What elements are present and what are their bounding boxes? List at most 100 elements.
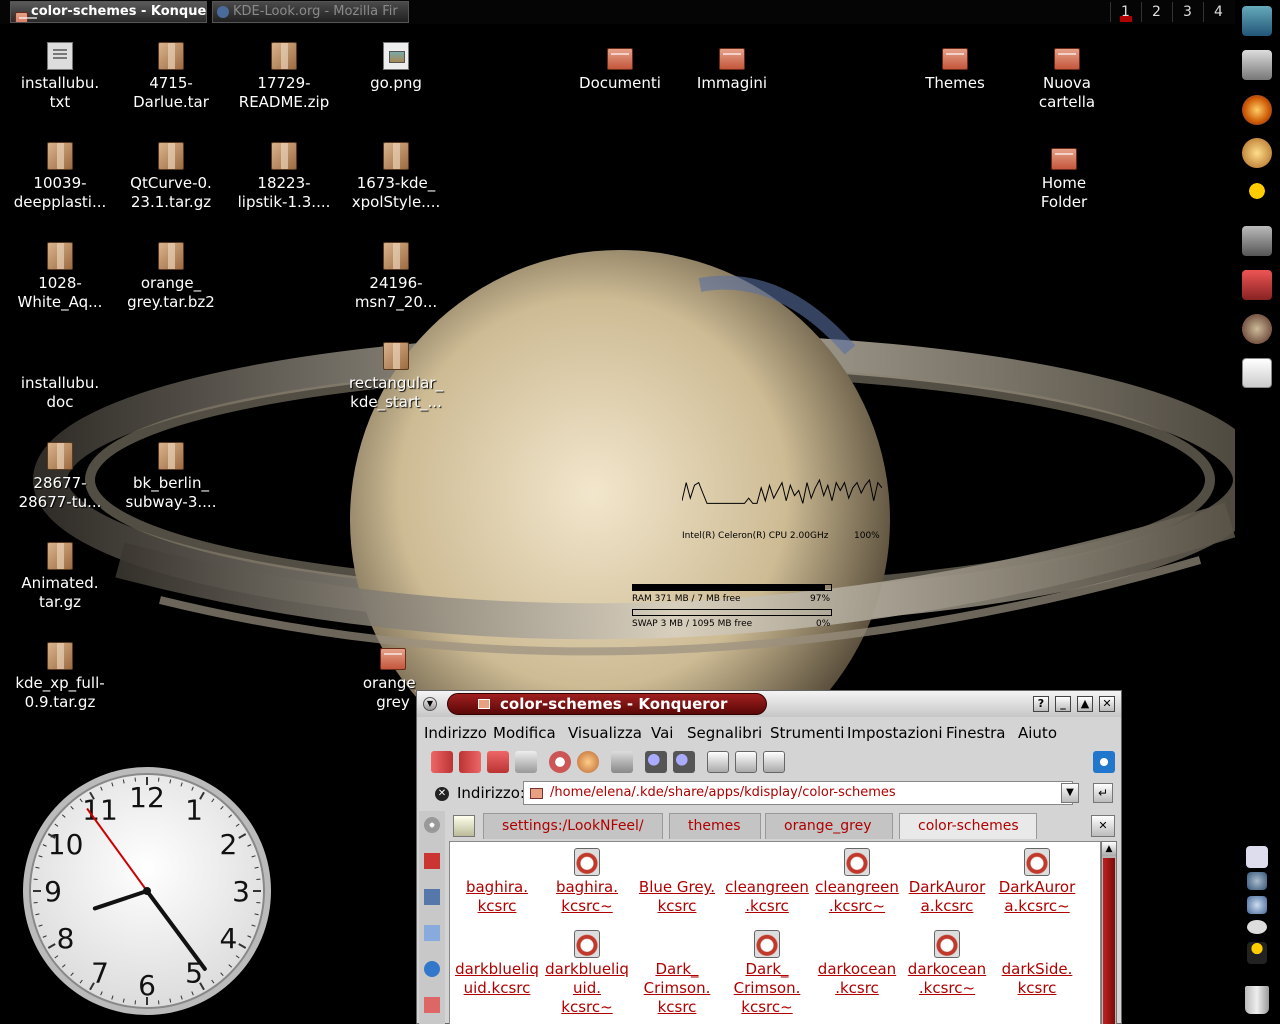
desktop-icon[interactable]: bk_berlin_ subway-3.... xyxy=(115,442,227,512)
view-icons-icon[interactable] xyxy=(707,751,729,773)
firefox-icon[interactable] xyxy=(1242,95,1272,125)
network-icon[interactable] xyxy=(424,961,440,977)
desktop-icon[interactable]: QtCurve-0. 23.1.tar.gz xyxy=(115,142,227,212)
back-arrow-icon[interactable] xyxy=(431,751,453,773)
desktop-icon[interactable]: 28677- 28677-tu... xyxy=(4,442,116,512)
menu-impostazioni[interactable]: Impostazioni xyxy=(847,724,943,742)
pager-desktop-1[interactable]: 1 xyxy=(1110,2,1140,22)
root-folder-icon[interactable] xyxy=(424,997,440,1013)
menu-strumenti[interactable]: Strumenti xyxy=(770,724,844,742)
view-split-icon[interactable] xyxy=(763,751,785,773)
menu-visualizza[interactable]: Visualizza xyxy=(568,724,642,742)
desktop-icon[interactable]: 18223- lipstik-1.3.... xyxy=(228,142,340,212)
tab-color-schemes[interactable]: color-schemes xyxy=(899,813,1037,839)
vertical-scrollbar[interactable]: ▲ xyxy=(1101,841,1117,1024)
mouse-icon[interactable] xyxy=(1247,920,1267,934)
zoom-in-icon[interactable] xyxy=(645,751,667,773)
klipper-icon[interactable] xyxy=(1246,846,1268,868)
cd-icon[interactable] xyxy=(424,817,440,833)
pager-desktop-3[interactable]: 3 xyxy=(1172,2,1202,22)
tab-orange-grey[interactable]: orange_grey xyxy=(765,813,893,839)
desktop-icon[interactable]: 17729- README.zip xyxy=(228,42,340,112)
text-editor-icon[interactable] xyxy=(1242,358,1272,388)
monitor-icon[interactable] xyxy=(1242,226,1272,256)
toolbox-icon[interactable] xyxy=(1242,270,1272,300)
desktop-icon[interactable]: 1673-kde_ xpolStyle.... xyxy=(340,142,452,212)
desktop-icon[interactable]: Home Folder xyxy=(1008,142,1120,212)
konqueror-window[interactable]: ▼ color-schemes - Konqueror ? _ ▲ ✕ Indi… xyxy=(416,690,1122,1024)
desktop-icon[interactable]: 24196- msn7_20... xyxy=(340,242,452,312)
taskbar-task-konqueror[interactable]: color-schemes - Konque xyxy=(10,1,207,23)
file-view[interactable]: baghira. kcsrc baghira. kcsrc~ Blue Grey. kcs… xyxy=(449,841,1101,1024)
desktop-icon[interactable]: go.png xyxy=(340,42,452,93)
desktop-icon[interactable]: Animated. tar.gz xyxy=(4,542,116,612)
home-icon[interactable] xyxy=(515,751,537,773)
zoom-out-icon[interactable] xyxy=(673,751,695,773)
desktop-icon[interactable]: 1028- White_Aq... xyxy=(4,242,116,312)
desktop-icon[interactable]: Immagini xyxy=(676,42,788,93)
up-arrow-icon[interactable] xyxy=(487,751,509,773)
menu-finestra[interactable]: Finestra xyxy=(946,724,1006,742)
trash-icon[interactable] xyxy=(1245,986,1269,1014)
user-status-icon[interactable] xyxy=(1247,942,1267,964)
settings-gear-icon[interactable] xyxy=(1247,872,1267,890)
desktop-icon[interactable]: installubu. doc xyxy=(4,342,116,412)
desktop-icon[interactable]: orange_ grey.tar.bz2 xyxy=(115,242,227,312)
address-input[interactable]: /home/elena/.kde/share/apps/kdisplay/col… xyxy=(523,781,1073,805)
file-item[interactable]: cleangreen .kcsrc xyxy=(722,848,812,916)
help-button[interactable]: ? xyxy=(1033,696,1049,712)
desktop-icon[interactable]: Documenti xyxy=(564,42,676,93)
pager-desktop-2[interactable]: 2 xyxy=(1141,2,1171,22)
bookmarks-icon[interactable] xyxy=(424,853,440,869)
menu-aiuto[interactable]: Aiuto xyxy=(1018,724,1057,742)
file-item[interactable]: Dark_ Crimson. kcsrc~ xyxy=(722,930,812,1017)
filing-cabinet-icon[interactable] xyxy=(1242,50,1272,80)
desktop-icon[interactable]: Themes xyxy=(899,42,1011,93)
file-item[interactable]: darkocean .kcsrc~ xyxy=(902,930,992,998)
file-item[interactable]: darkocean .kcsrc xyxy=(812,930,902,998)
window-menu-button[interactable]: ▼ xyxy=(423,697,437,711)
desktop-icon[interactable]: kde_xp_full- 0.9.tar.gz xyxy=(4,642,116,712)
file-item[interactable]: darkblueliq uid.kcsrc xyxy=(452,930,542,998)
taskbar-task-mozilla[interactable]: KDE-Look.org - Mozilla Fir xyxy=(212,1,409,23)
maximize-button[interactable]: ▲ xyxy=(1077,696,1093,712)
clear-address-icon[interactable]: ✕ xyxy=(435,787,449,801)
desktop-icon[interactable]: installubu. txt xyxy=(4,42,116,112)
gear-icon[interactable] xyxy=(1093,751,1115,773)
pager-desktop-4[interactable]: 4 xyxy=(1203,2,1233,22)
minimize-button[interactable]: _ xyxy=(1055,696,1071,712)
reload-icon[interactable] xyxy=(549,751,571,773)
close-button[interactable]: ✕ xyxy=(1099,696,1115,712)
close-tab-icon[interactable]: ✕ xyxy=(1091,815,1115,837)
computer-icon[interactable] xyxy=(1242,6,1272,36)
go-button[interactable]: ↵ xyxy=(1093,783,1113,803)
desktop-icon[interactable]: Nuova cartella xyxy=(1011,42,1123,112)
file-item[interactable]: DarkAuror a.kcsrc~ xyxy=(992,848,1082,916)
file-item[interactable]: Blue Grey. kcsrc xyxy=(632,848,722,916)
menu-segnalibri[interactable]: Segnalibri xyxy=(687,724,762,742)
home-icon[interactable] xyxy=(424,925,440,941)
desktop-icon[interactable]: 10039- deepplasti... xyxy=(4,142,116,212)
messenger-icon[interactable] xyxy=(1242,138,1272,168)
window-titlebar[interactable]: ▼ color-schemes - Konqueror ? _ ▲ ✕ xyxy=(417,691,1121,717)
volume-icon[interactable] xyxy=(1247,896,1267,914)
file-item[interactable]: darkblueliq uid. kcsrc~ xyxy=(542,930,632,1017)
file-item[interactable]: darkSide. kcsrc xyxy=(992,930,1082,998)
history-icon[interactable] xyxy=(424,889,440,905)
stop-icon[interactable] xyxy=(577,751,599,773)
desktop-icon[interactable]: 4715- Darlue.tar xyxy=(115,42,227,112)
amule-icon[interactable] xyxy=(1242,314,1272,344)
file-item[interactable]: DarkAuror a.kcsrc xyxy=(902,848,992,916)
file-item[interactable]: baghira. kcsrc xyxy=(452,848,542,916)
new-tab-icon[interactable] xyxy=(453,815,475,837)
menu-vai[interactable]: Vai xyxy=(651,724,673,742)
menu-modifica[interactable]: Modifica xyxy=(493,724,556,742)
file-item[interactable]: cleangreen .kcsrc~ xyxy=(812,848,902,916)
file-item[interactable]: Dark_ Crimson. kcsrc xyxy=(632,930,722,1017)
user-icon[interactable] xyxy=(1242,182,1272,212)
address-dropdown-button[interactable]: ▼ xyxy=(1061,783,1079,803)
scroll-thumb[interactable] xyxy=(1103,858,1115,1024)
desktop[interactable]: color-schemes - Konque KDE-Look.org - Mo… xyxy=(0,0,1280,1024)
forward-arrow-icon[interactable] xyxy=(459,751,481,773)
menu-indirizzo[interactable]: Indirizzo xyxy=(424,724,487,742)
